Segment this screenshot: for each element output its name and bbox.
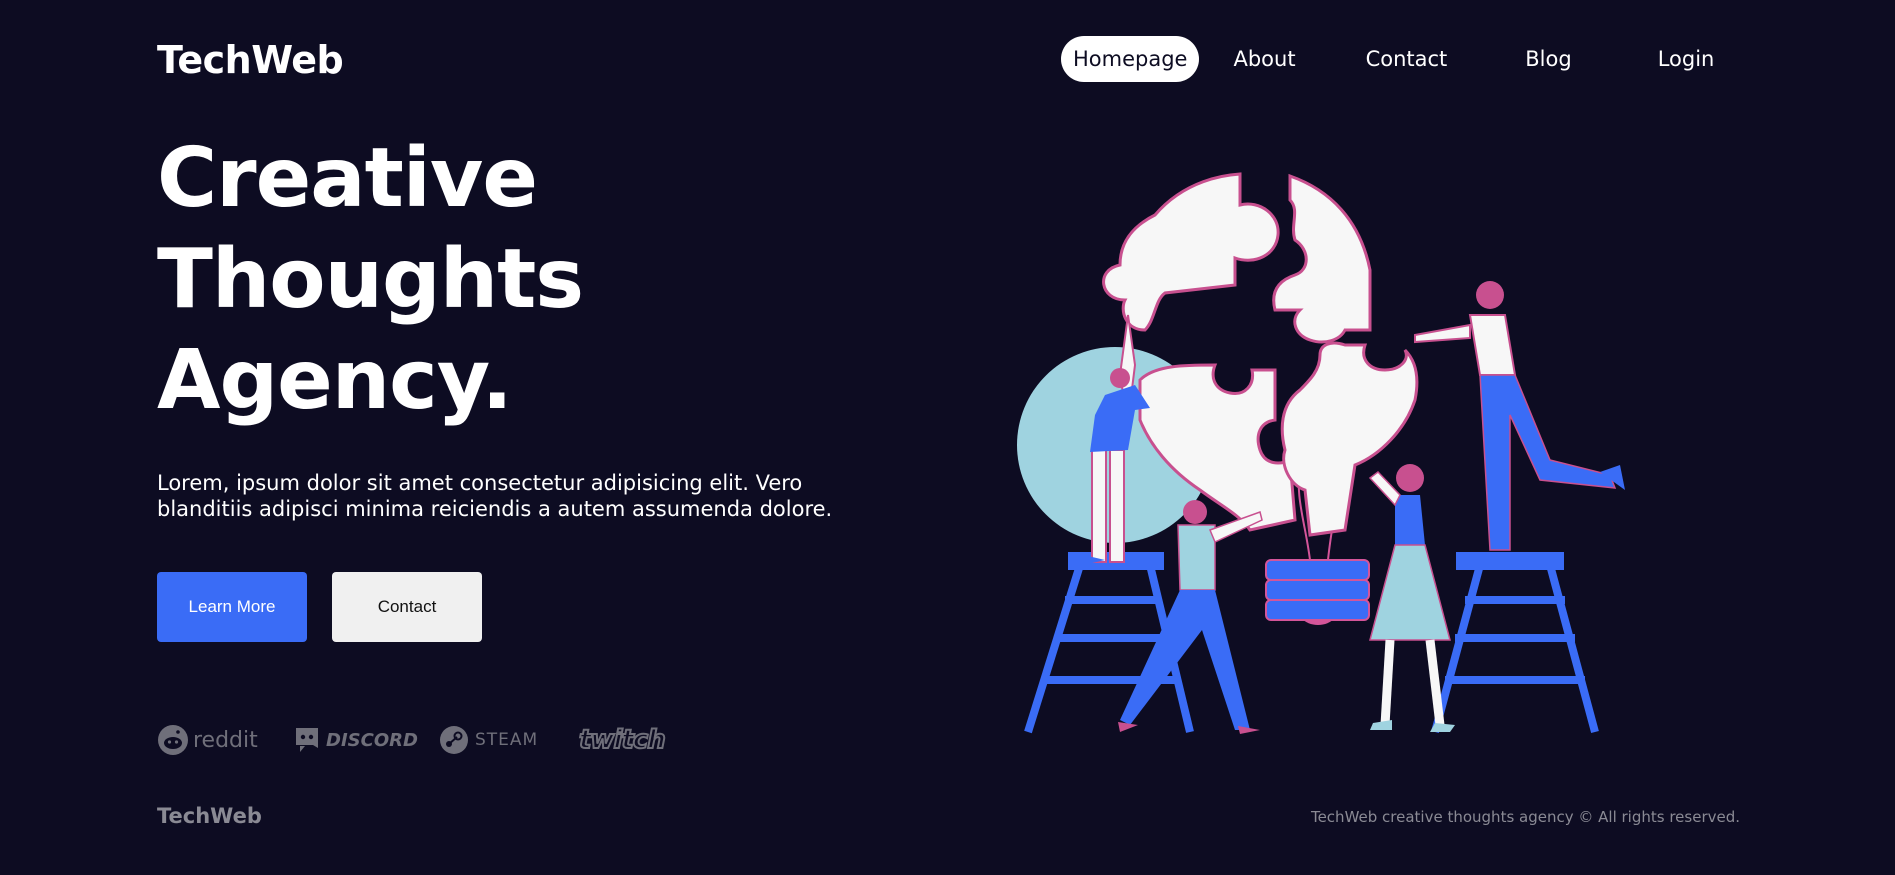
brand-reddit-label: reddit [193, 727, 258, 753]
brand-discord: DISCORD [294, 720, 418, 760]
hero-title: Creative Thoughts Agency. [157, 128, 584, 431]
discord-icon [296, 728, 318, 752]
brand-twitch-label: twitch [578, 724, 667, 756]
footer-copyright: TechWeb creative thoughts agency © All r… [1310, 808, 1740, 826]
contact-button[interactable]: Contact [332, 572, 482, 642]
hero-title-line-2: Thoughts [157, 232, 584, 327]
brand-reddit: reddit [157, 720, 258, 760]
nav-homepage[interactable]: Homepage [1061, 36, 1200, 82]
reddit-icon [158, 725, 188, 755]
steam-icon [440, 726, 468, 754]
brand-twitch: twitch [578, 720, 667, 760]
nav-contact[interactable]: Contact [1354, 36, 1460, 82]
hero-illustration [1017, 172, 1625, 734]
brand-steam-label: STEAM [475, 730, 539, 750]
site-logo[interactable]: TechWeb [157, 38, 344, 82]
footer-logo[interactable]: TechWeb [157, 804, 262, 828]
hero-title-line-3: Agency. [157, 333, 513, 428]
brand-steam: STEAM [439, 720, 538, 760]
hero-description: Lorem, ipsum dolor sit amet consectetur … [157, 471, 833, 521]
nav-blog[interactable]: Blog [1513, 36, 1583, 82]
nav-about[interactable]: About [1221, 36, 1307, 82]
nav-login[interactable]: Login [1646, 36, 1727, 82]
right-ladder-icon [1431, 552, 1599, 734]
learn-more-button[interactable]: Learn More [157, 572, 307, 642]
main-nav: Homepage About Contact Blog Login [1061, 36, 1726, 82]
page: TechWeb Homepage About Contact Blog Logi… [0, 0, 1895, 875]
person-right-icon [1414, 281, 1625, 551]
brand-discord-label: DISCORD [326, 729, 418, 751]
hero-title-line-1: Creative [157, 131, 538, 226]
